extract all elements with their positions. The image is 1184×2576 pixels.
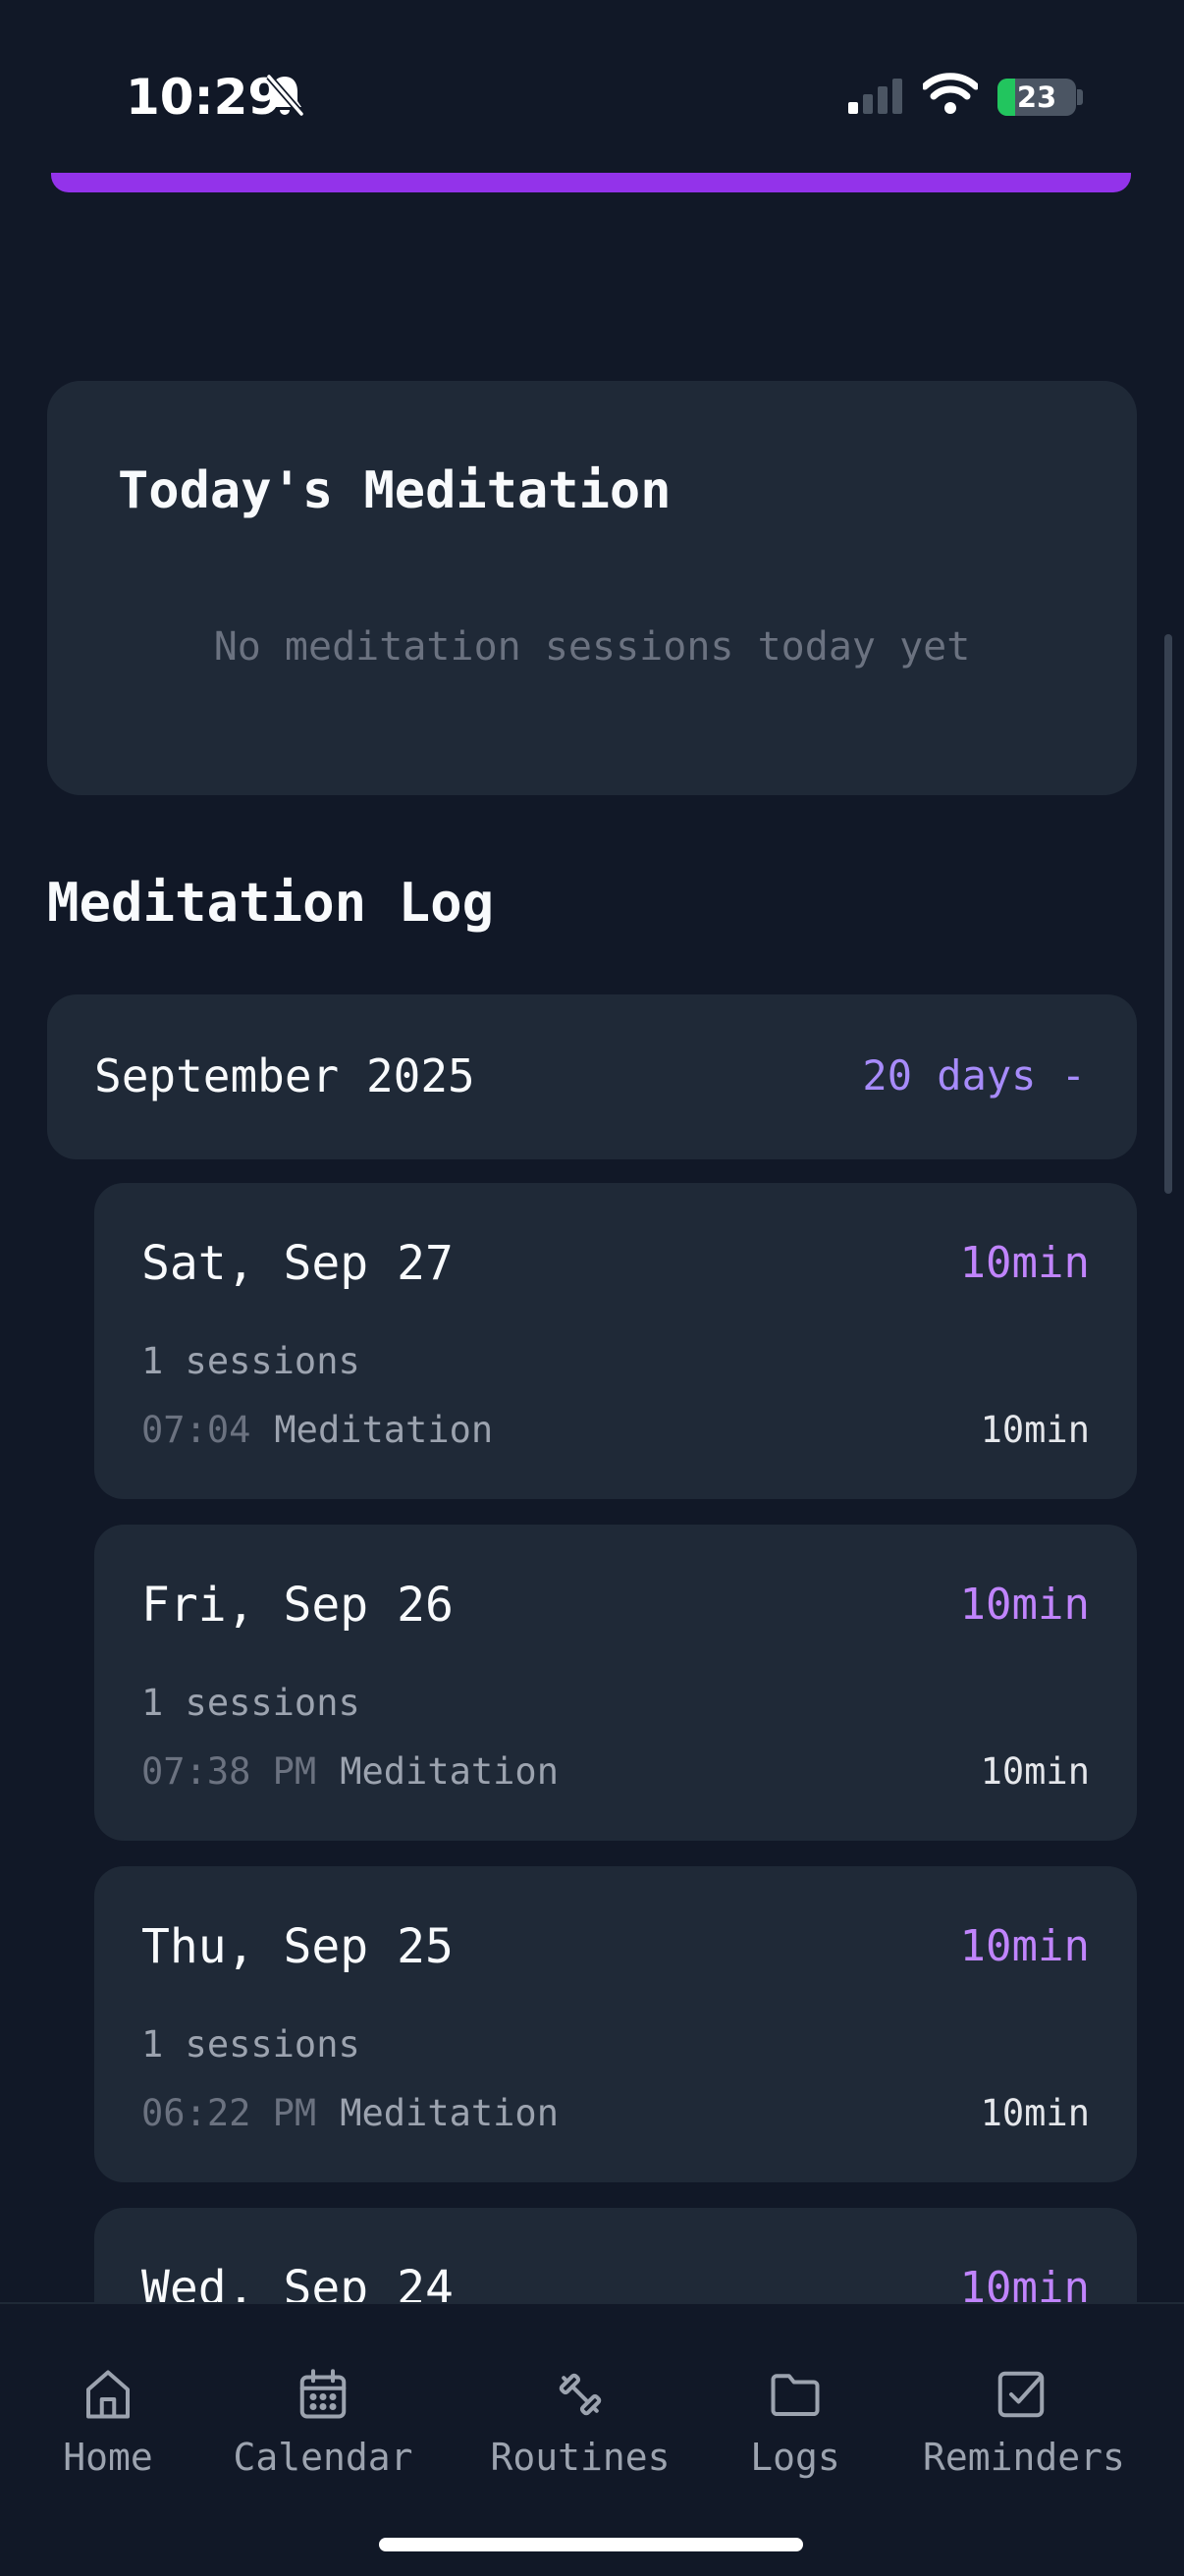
entry-session-count: 1 sessions — [141, 2023, 360, 2066]
entry-session-count: 1 sessions — [141, 1340, 360, 1382]
checkbox-icon — [997, 2371, 1045, 2418]
entry-date: Wed, Sep 24 — [141, 2261, 454, 2302]
nav-home-label: Home — [63, 2436, 153, 2479]
entry-session-count: 1 sessions — [141, 1682, 360, 1724]
nav-reminders[interactable]: Reminders — [923, 2365, 1125, 2479]
nav-logs-label: Logs — [750, 2436, 840, 2479]
entry-date: Fri, Sep 26 — [141, 1578, 454, 1633]
bottom-nav: Home Calendar Routines Logs Reminders — [0, 2302, 1184, 2576]
session-duration: 10min — [980, 2092, 1090, 2134]
log-entry[interactable]: Fri, Sep 26 10min 1 sessions 07:38 PM Med… — [94, 1525, 1137, 1841]
session-row: 07:38 PM Meditation 10min — [141, 1750, 1090, 1798]
nav-home[interactable]: Home — [10, 2365, 206, 2479]
session-row: 06:22 PM Meditation 10min — [141, 2092, 1090, 2139]
session-time: 07:38 PM — [141, 1750, 317, 1793]
session-duration: 10min — [980, 1409, 1090, 1451]
entry-date: Thu, Sep 25 — [141, 1919, 454, 1974]
calendar-icon — [299, 2369, 347, 2419]
session-duration: 10min — [980, 1750, 1090, 1793]
entry-total-duration: 10min — [959, 1580, 1090, 1630]
nav-routines-label: Routines — [490, 2436, 671, 2479]
session-time: 07:04 — [141, 1409, 251, 1451]
nav-calendar[interactable]: Calendar — [225, 2365, 421, 2479]
session-name: Meditation — [274, 1409, 494, 1451]
home-icon — [86, 2370, 130, 2419]
dumbbell-icon — [559, 2373, 602, 2416]
log-entry[interactable]: Wed, Sep 24 10min — [94, 2208, 1137, 2302]
scrollbar[interactable] — [1164, 634, 1172, 1194]
home-indicator[interactable] — [379, 2538, 803, 2551]
nav-reminders-label: Reminders — [923, 2436, 1125, 2479]
entry-total-duration: 10min — [959, 1921, 1090, 1971]
nav-calendar-label: Calendar — [233, 2436, 413, 2479]
entry-total-duration: 10min — [959, 2263, 1090, 2302]
log-entries: Sat, Sep 27 10min 1 sessions 07:04 Medita… — [0, 0, 1184, 2302]
entry-date: Sat, Sep 27 — [141, 1236, 454, 1291]
log-entry[interactable]: Thu, Sep 25 10min 1 sessions 06:22 PM Med… — [94, 1866, 1137, 2182]
nav-logs[interactable]: Logs — [697, 2365, 893, 2479]
session-name: Meditation — [340, 1750, 559, 1793]
log-entry[interactable]: Sat, Sep 27 10min 1 sessions 07:04 Medita… — [94, 1183, 1137, 1499]
folder-icon — [771, 2374, 820, 2416]
entry-total-duration: 10min — [959, 1238, 1090, 1288]
session-time: 06:22 PM — [141, 2092, 317, 2134]
nav-routines[interactable]: Routines — [482, 2365, 678, 2479]
session-name: Meditation — [340, 2092, 559, 2134]
session-row: 07:04 Meditation 10min — [141, 1409, 1090, 1456]
